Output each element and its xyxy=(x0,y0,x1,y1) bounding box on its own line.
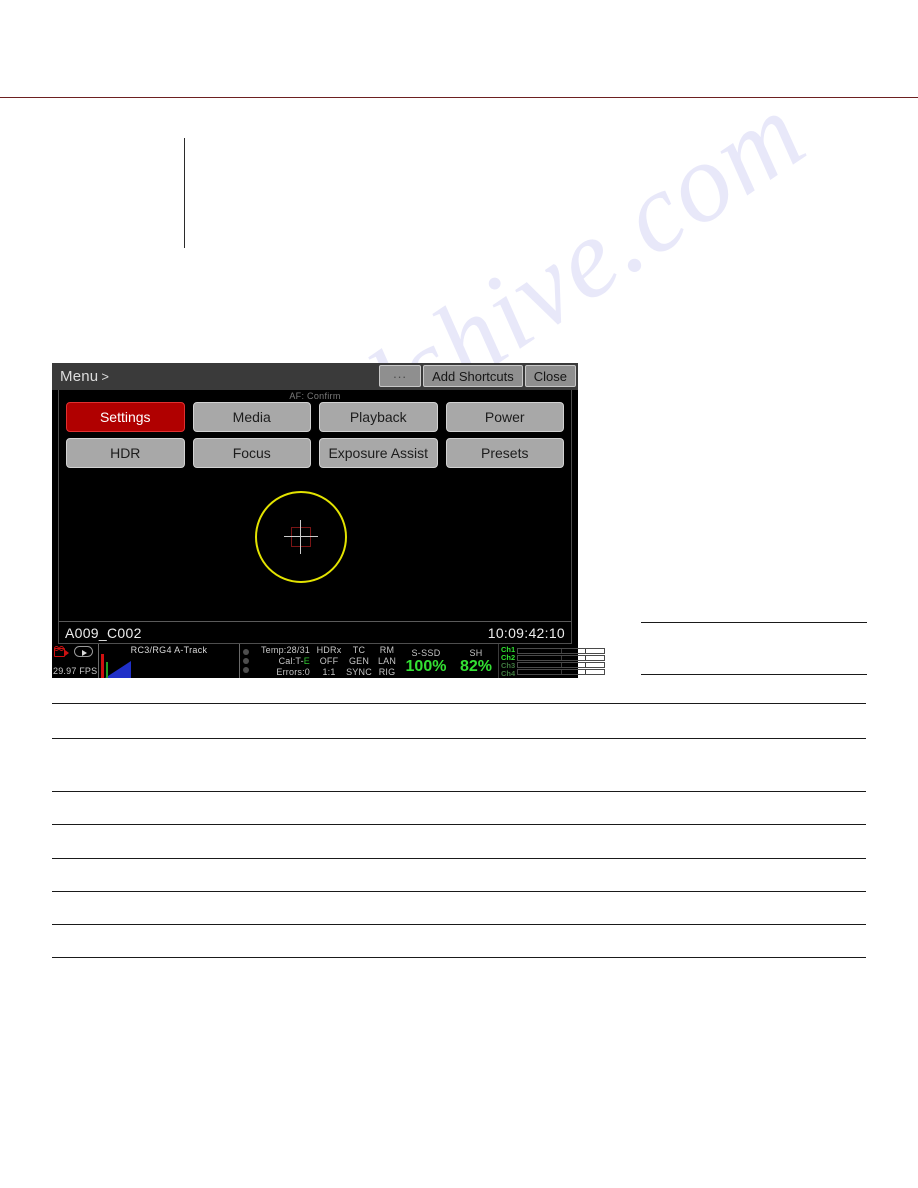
hdr-ratio-label: 1:1 xyxy=(322,666,336,677)
record-camera-icon xyxy=(54,646,71,657)
record-icons xyxy=(54,646,93,657)
gen-label: GEN xyxy=(348,655,370,666)
status-info-group: Temp:28/31 Cal:T-E Errors:0 HDRx OFF 1:1… xyxy=(240,644,498,678)
menu-breadcrumb-label: Menu xyxy=(60,368,99,385)
play-icon[interactable] xyxy=(74,646,93,657)
shortcut-button-settings[interactable]: Settings xyxy=(66,402,185,432)
hdr-column: HDRx OFF 1:1 xyxy=(314,644,344,677)
audio-channel-label-ch2: Ch2 xyxy=(501,652,516,662)
audio-meter-group: Ch1 Ch2 Ch3 Ch4 xyxy=(498,644,607,678)
shortcut-button-hdr[interactable]: HDR xyxy=(66,438,185,468)
right-rule-bottom xyxy=(641,674,867,675)
temperature-readout: Temp:28/31 xyxy=(260,644,310,655)
sidebar-divider xyxy=(184,138,185,248)
audio-meter-3 xyxy=(517,661,605,668)
tc-label: TC xyxy=(352,644,366,655)
table-rule-5 xyxy=(52,858,866,859)
camera-monitor-panel: Menu > ... Add Shortcuts Close AF: Confir… xyxy=(52,363,605,678)
shortcut-button-playback[interactable]: Playback xyxy=(319,402,438,432)
shortcut-button-media[interactable]: Media xyxy=(192,402,311,432)
table-rule-1 xyxy=(52,703,866,704)
ssd-label: S-SSD xyxy=(411,647,441,658)
close-button[interactable]: Close xyxy=(524,365,576,387)
rm-label: RM xyxy=(379,644,395,655)
af-crosshair-horizontal xyxy=(284,536,318,537)
af-crosshair-vertical xyxy=(300,520,301,554)
calibration-readout: Cal:T-E xyxy=(252,655,310,666)
add-shortcuts-button[interactable]: Add Shortcuts xyxy=(423,365,523,387)
temperature-column: Temp:28/31 Cal:T-E Errors:0 xyxy=(252,644,314,677)
audio-meter-4 xyxy=(517,668,605,675)
clip-info-strip: A009_C002 10:09:42:10 xyxy=(59,621,571,643)
sync-label: SYNC xyxy=(346,666,372,677)
hdr-label: HDRx xyxy=(316,644,342,655)
calibration-suffix: E xyxy=(303,655,310,666)
chevron-right-icon: > xyxy=(101,369,110,384)
table-rule-2 xyxy=(52,738,866,739)
audio-meter-1 xyxy=(517,647,605,654)
clip-name: A009_C002 xyxy=(65,624,142,641)
af-confirm-label: AF: Confirm xyxy=(289,391,341,401)
audio-channel-label-ch1: Ch1 xyxy=(501,644,516,654)
right-rule-top xyxy=(641,622,867,623)
more-button[interactable]: ... xyxy=(379,365,422,387)
table-rule-7 xyxy=(52,924,866,925)
capacity-group: S-SSD 100% SH 82% xyxy=(400,648,498,675)
audio-channel-label-ch3: Ch3 xyxy=(501,660,516,670)
lan-label: LAN xyxy=(377,655,397,666)
remote-column: RM LAN RIG xyxy=(374,644,400,677)
hdr-off-label: OFF xyxy=(319,655,339,666)
shortcut-button-power[interactable]: Power xyxy=(445,402,564,432)
fps-readout: 29.97 FPS xyxy=(53,666,98,676)
errors-readout: Errors:0 xyxy=(276,666,310,677)
audio-meters xyxy=(517,647,607,675)
timecode-column: TC GEN SYNC xyxy=(344,644,374,677)
camera-live-view: AF: Confirm Settings Media Playback Power HD… xyxy=(58,390,572,644)
status-led-group xyxy=(243,649,252,673)
sh-value: 82% xyxy=(459,657,493,675)
histogram-panel: RC3/RG4 A-Track xyxy=(98,644,240,678)
camera-menu-header: Menu > ... Add Shortcuts Close xyxy=(52,363,578,390)
table-rule-3 xyxy=(52,791,866,792)
af-crosshair-box xyxy=(291,527,311,547)
page-header-rule xyxy=(0,97,918,98)
shortcut-button-grid: Settings Media Playback Power HDR Focus Exposu… xyxy=(66,402,564,468)
shortcut-button-presets[interactable]: Presets xyxy=(445,438,564,468)
status-led-1 xyxy=(243,649,249,655)
rig-label: RIG xyxy=(378,666,396,677)
sh-label: SH xyxy=(469,647,483,658)
header-button-group: ... Add Shortcuts Close xyxy=(379,365,576,387)
audio-channel-label-ch4: Ch4 xyxy=(501,668,516,678)
audio-meter-2 xyxy=(517,654,605,661)
status-led-2 xyxy=(243,658,249,664)
record-status-group: 29.97 FPS xyxy=(52,644,98,678)
table-rule-8 xyxy=(52,957,866,958)
status-led-3 xyxy=(243,667,249,673)
shortcut-button-exposure-assist[interactable]: Exposure Assist xyxy=(319,438,438,468)
menu-breadcrumb[interactable]: Menu > xyxy=(52,368,109,385)
camera-status-bar: 29.97 FPS RC3/RG4 A-Track Temp:28/31 Cal… xyxy=(52,644,605,678)
shutter-capacity: SH 82% xyxy=(454,648,498,675)
calibration-prefix: Cal:T- xyxy=(278,655,304,666)
shortcut-button-focus[interactable]: Focus xyxy=(192,438,311,468)
timecode: 10:09:42:10 xyxy=(487,624,565,641)
table-rule-4 xyxy=(52,824,866,825)
ssd-value: 100% xyxy=(405,657,447,675)
table-rule-6 xyxy=(52,891,866,892)
histogram-graph xyxy=(101,654,161,678)
audio-channel-labels: Ch1 Ch2 Ch3 Ch4 xyxy=(499,645,517,678)
af-crosshair-icon xyxy=(278,514,324,560)
ssd-capacity: S-SSD 100% xyxy=(404,648,448,675)
